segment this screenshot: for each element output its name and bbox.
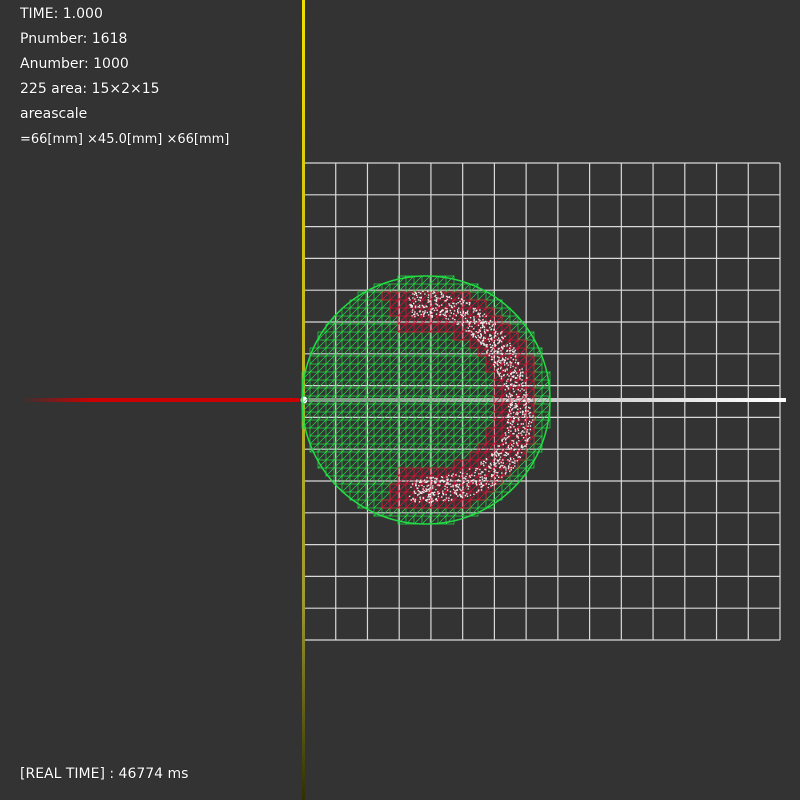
x-axis-negative: [20, 398, 304, 402]
hud-pnumber: Pnumber: 1618: [20, 31, 128, 47]
origin-marker: [299, 395, 309, 405]
hud-anumber: Anumber: 1000: [20, 56, 129, 72]
hud-time: TIME: 1.000: [20, 6, 103, 22]
hud-areascale-value: =66[mm] ×45.0[mm] ×66[mm]: [20, 132, 230, 147]
hud-area: 225 area: 15×2×15: [20, 81, 160, 97]
simulation-viewport[interactable]: TIME: 1.000 Pnumber: 1618 Anumber: 1000 …: [0, 0, 800, 800]
3d-scene[interactable]: [0, 0, 800, 800]
hud-real-time: [REAL TIME] : 46774 ms: [20, 766, 189, 782]
axes: [20, 0, 786, 800]
hud-areascale-label: areascale: [20, 106, 88, 122]
